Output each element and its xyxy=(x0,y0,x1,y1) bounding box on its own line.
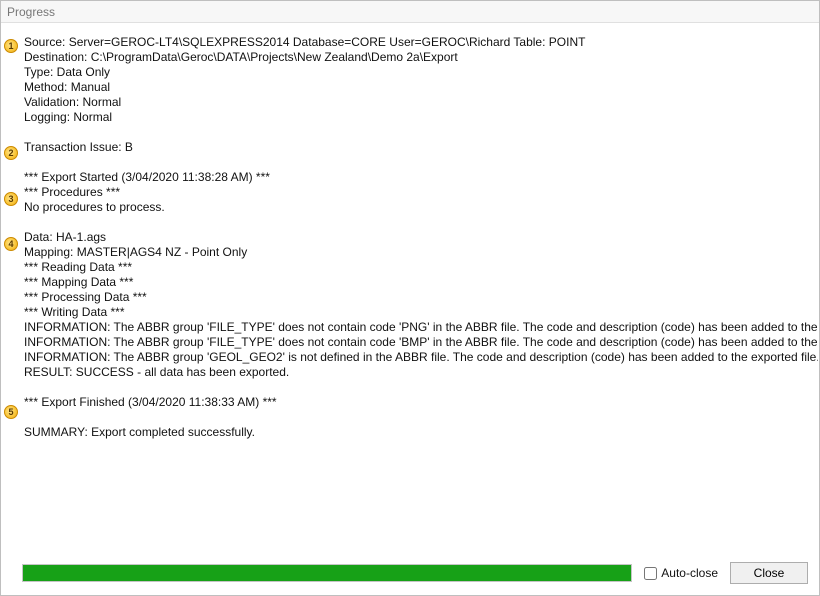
autoclose-container[interactable]: Auto-close xyxy=(644,566,718,580)
footer: Auto-close Close xyxy=(2,554,818,594)
progress-bar xyxy=(22,564,632,582)
progress-fill xyxy=(23,565,631,581)
autoclose-checkbox[interactable] xyxy=(644,567,657,580)
close-button[interactable]: Close xyxy=(730,562,808,584)
dialog-content: 12345 Source: Server=GEROC-LT4\SQLEXPRES… xyxy=(2,23,818,594)
log-area: Source: Server=GEROC-LT4\SQLEXPRESS2014 … xyxy=(2,23,818,554)
log-text: Source: Server=GEROC-LT4\SQLEXPRESS2014 … xyxy=(24,35,808,440)
autoclose-label: Auto-close xyxy=(661,566,718,580)
window-title: Progress xyxy=(1,1,819,23)
progress-dialog: Progress 12345 Source: Server=GEROC-LT4\… xyxy=(0,0,820,596)
